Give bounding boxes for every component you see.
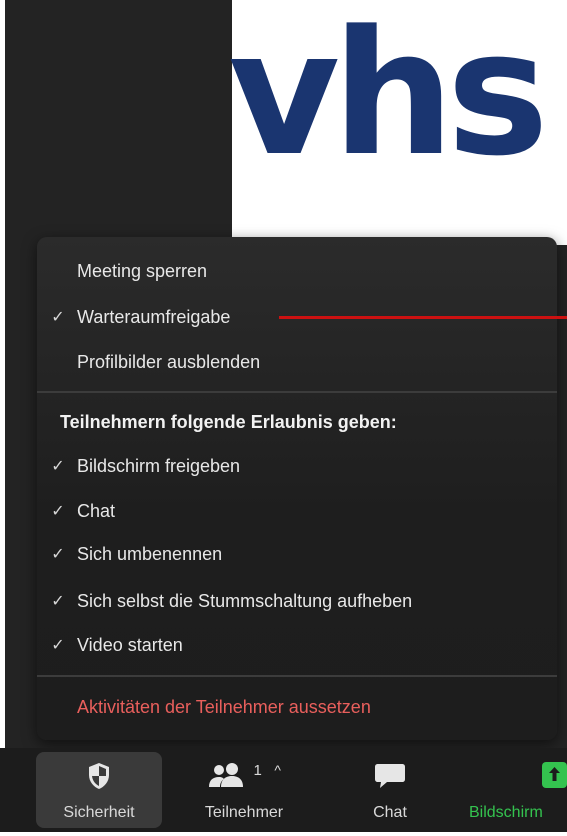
meeting-toolbar: Sicherheit 1 ^ Teilnehmer Chat Bildschir… — [0, 748, 567, 832]
menu-item-share-screen[interactable]: ✓ Bildschirm freigeben — [37, 448, 557, 484]
check-icon: ✓ — [51, 456, 65, 475]
menu-item-label: Bildschirm freigeben — [77, 456, 241, 476]
suspend-activities-item[interactable]: Aktivitäten der Teilnehmer aussetzen — [77, 692, 371, 722]
check-icon: ✓ — [51, 544, 65, 563]
menu-divider — [37, 391, 557, 393]
participants-button[interactable]: 1 ^ Teilnehmer — [176, 752, 312, 828]
window-bottom-edge — [0, 832, 567, 836]
check-icon: ✓ — [51, 635, 65, 654]
menu-item-label: Sich selbst die Stummschaltung aufheben — [77, 591, 413, 611]
chevron-up-icon[interactable]: ^ — [274, 762, 281, 778]
menu-item-label: Video starten — [77, 635, 183, 655]
participants-icon: 1 ^ — [176, 762, 312, 790]
menu-item-label: Meeting sperren — [77, 261, 208, 281]
participants-count: 1 — [253, 762, 262, 779]
check-icon: ✓ — [51, 591, 65, 610]
menu-item-label: Profilbilder ausblenden — [77, 352, 261, 372]
share-screen-button[interactable]: Bildschirm — [464, 752, 567, 828]
check-icon: ✓ — [51, 501, 65, 520]
menu-item-rename[interactable]: ✓ Sich umbenennen — [37, 536, 557, 572]
permissions-heading: Teilnehmern folgende Erlaubnis geben: — [60, 412, 397, 432]
shield-icon — [36, 762, 162, 790]
chat-button[interactable]: Chat — [345, 752, 435, 828]
security-button[interactable]: Sicherheit — [36, 752, 162, 828]
chat-label: Chat — [373, 804, 407, 821]
menu-item-label: Chat — [77, 501, 116, 521]
menu-item-start-video[interactable]: ✓ Video starten — [37, 627, 557, 663]
zoom-window: vhs Meeting sperren ✓ Warteraumfreigabe … — [0, 0, 567, 836]
chat-bubble-icon — [345, 762, 435, 790]
vhs-logo: vhs — [228, 0, 549, 194]
menu-item-label: Warteraumfreigabe — [77, 307, 231, 327]
menu-item-unmute-self[interactable]: ✓ Sich selbst die Stummschaltung aufhebe… — [37, 583, 557, 619]
participants-label: Teilnehmer — [204, 804, 284, 821]
menu-item-label: Sich umbenennen — [77, 544, 223, 564]
menu-item-chat[interactable]: ✓ Chat — [37, 493, 557, 529]
security-menu: Meeting sperren ✓ Warteraumfreigabe Prof… — [37, 237, 557, 740]
share-screen-label: Bildschirm — [469, 804, 543, 821]
security-label: Sicherheit — [63, 804, 135, 821]
menu-item-hide-profile-pictures[interactable]: Profilbilder ausblenden — [37, 344, 557, 380]
share-screen-icon — [542, 762, 567, 790]
window-edge — [0, 0, 5, 836]
check-icon: ✓ — [51, 307, 65, 326]
menu-item-lock-meeting[interactable]: Meeting sperren — [37, 253, 557, 289]
menu-divider — [37, 675, 557, 677]
annotation-pointer-line — [279, 316, 567, 319]
